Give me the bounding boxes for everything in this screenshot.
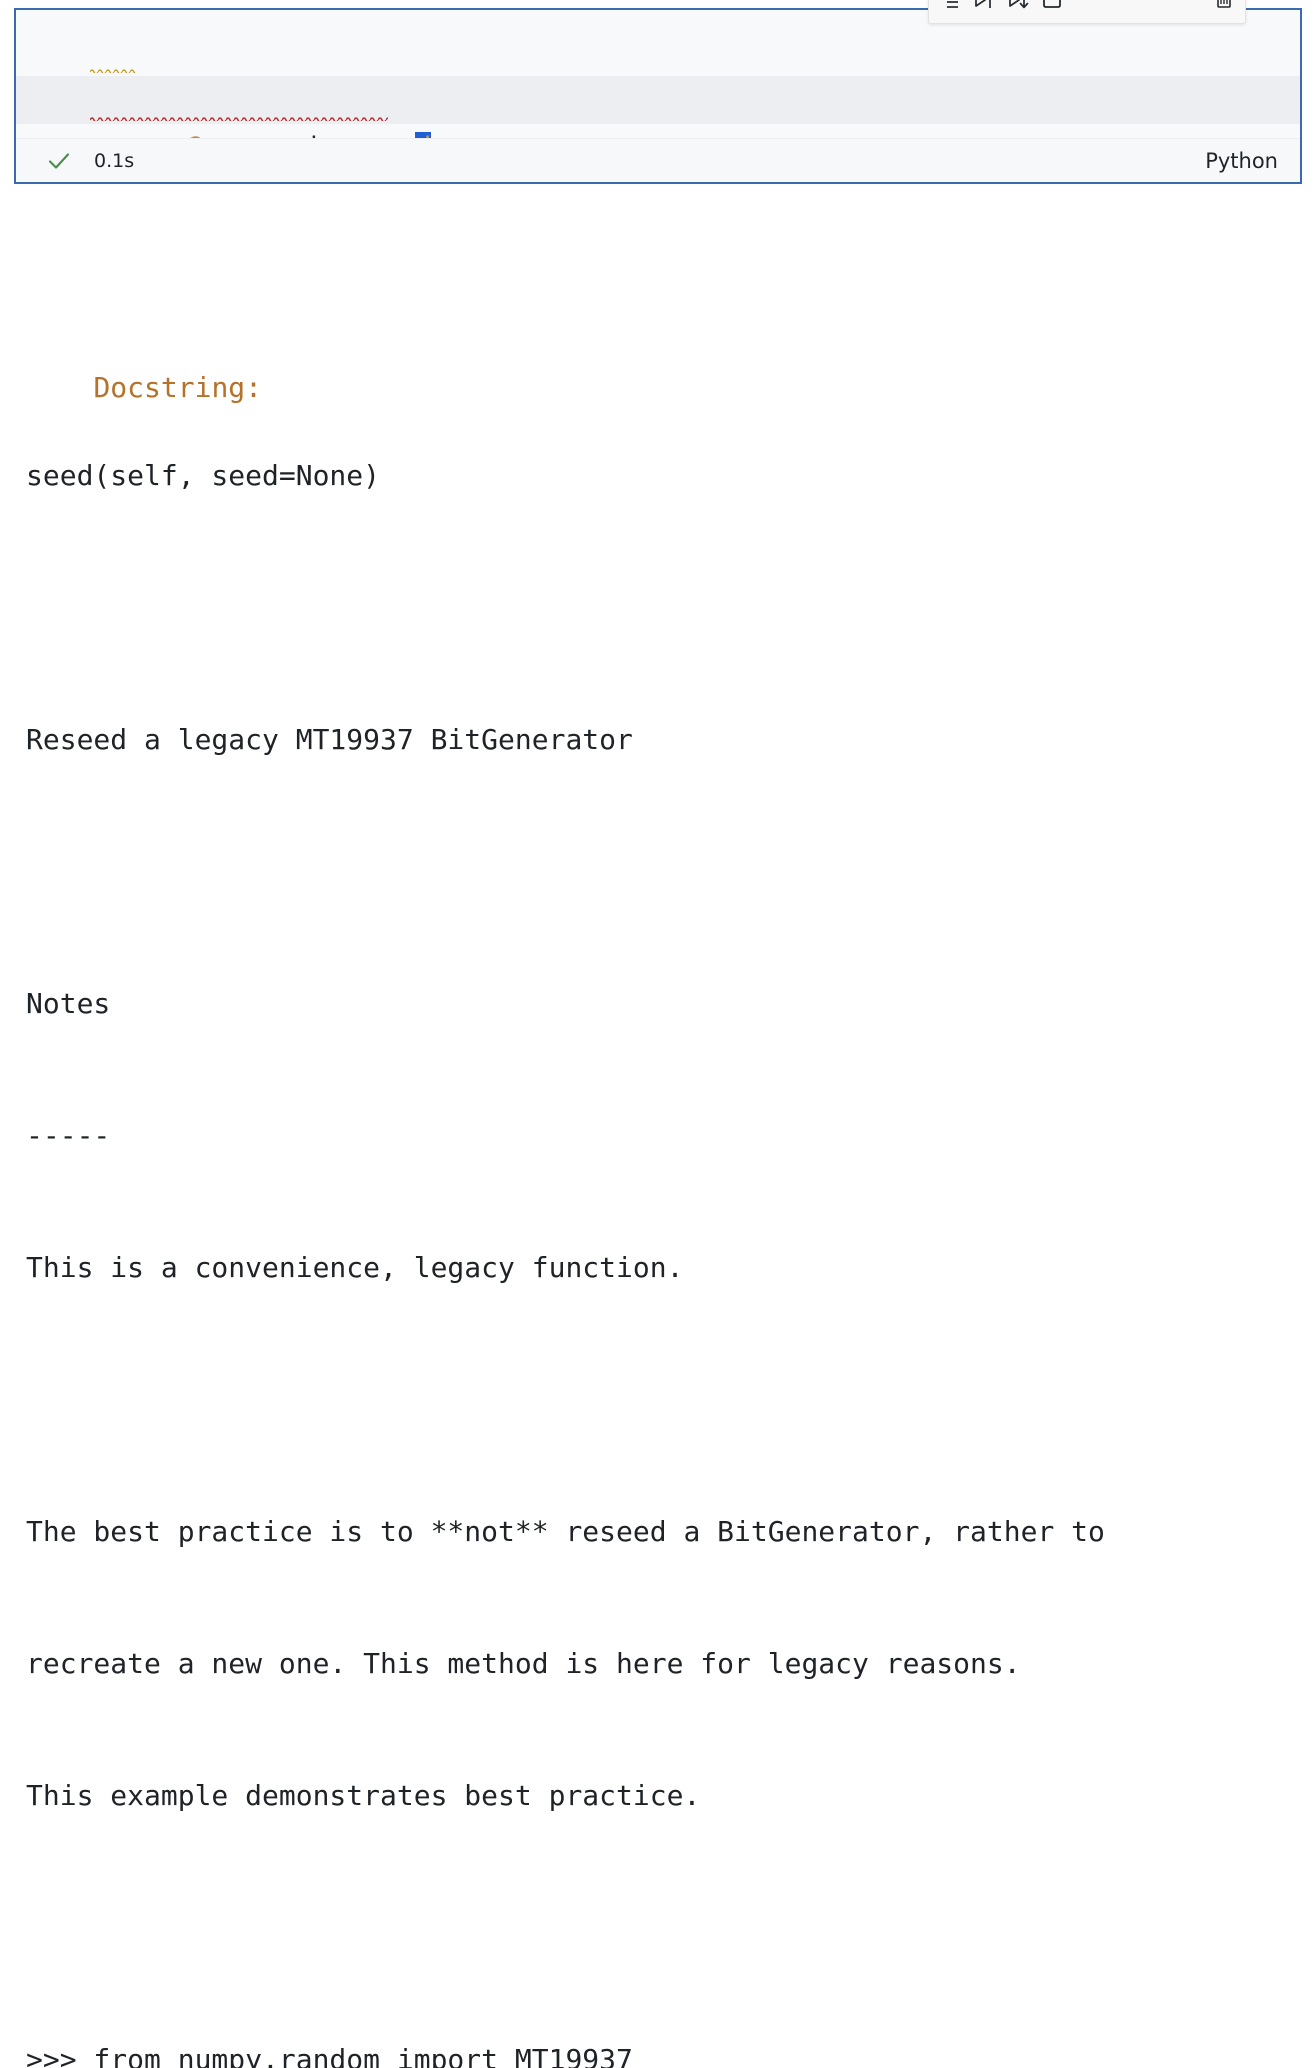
code-line-1[interactable]: np.linspace(2,10,12) # from 2 to 10 with… <box>16 28 1300 115</box>
cell-status-bar: 0.1s Python <box>16 138 1300 182</box>
output-blank-line <box>26 1378 1314 1422</box>
output-line: Reseed a legacy MT19937 BitGenerator <box>26 723 633 756</box>
delete-cell-button[interactable] <box>1207 0 1241 18</box>
output-blank-line <box>26 586 1314 630</box>
output-line: recreate a new one. This method is here … <box>26 1647 1021 1680</box>
output-line: Docstring: <box>26 322 1314 404</box>
output-line: ----- <box>26 1119 111 1152</box>
code-editor[interactable]: np.linspace(2,10,12) # from 2 to 10 with… <box>16 10 1300 163</box>
output-line: This is a convenience, legacy function. <box>26 1251 684 1284</box>
kernel-selector[interactable]: Python <box>1205 149 1278 173</box>
error-squiggle <box>90 116 388 122</box>
code-line-2[interactable]: ?np.random.seed <box>16 76 1300 163</box>
cell-output: Docstring: seed(self, seed=None) Reseed … <box>0 190 1314 2068</box>
output-line: This example demonstrates best practice. <box>26 1779 701 1812</box>
trash-icon <box>1214 0 1234 11</box>
output-line: >>> from numpy.random import MT19937 <box>26 2043 633 2068</box>
run-by-line-icon <box>940 0 961 12</box>
warning-squiggle <box>90 68 136 74</box>
output-blank-line <box>26 850 1314 894</box>
run-by-line-button[interactable] <box>933 0 967 18</box>
output-blank-line <box>26 1906 1314 1950</box>
execute-above-cells-icon <box>973 0 996 12</box>
interrupt-button[interactable] <box>1035 0 1069 18</box>
stop-square-icon <box>1041 0 1063 11</box>
output-line: The best practice is to **not** reseed a… <box>26 1515 1105 1548</box>
notebook-code-cell[interactable]: np.linspace(2,10,12) # from 2 to 10 with… <box>14 8 1302 184</box>
execution-time: 0.1s <box>94 149 135 172</box>
execute-above-cells-button[interactable] <box>967 0 1001 18</box>
execute-cell-and-below-button[interactable] <box>1001 0 1035 18</box>
output-line: Notes <box>26 987 111 1020</box>
output-line: seed(self, seed=None) <box>26 459 381 492</box>
check-icon <box>46 148 72 174</box>
docstring-key: Docstring: <box>93 371 263 404</box>
cell-toolbar[interactable] <box>928 0 1246 24</box>
execute-cell-and-below-icon <box>1007 0 1030 12</box>
